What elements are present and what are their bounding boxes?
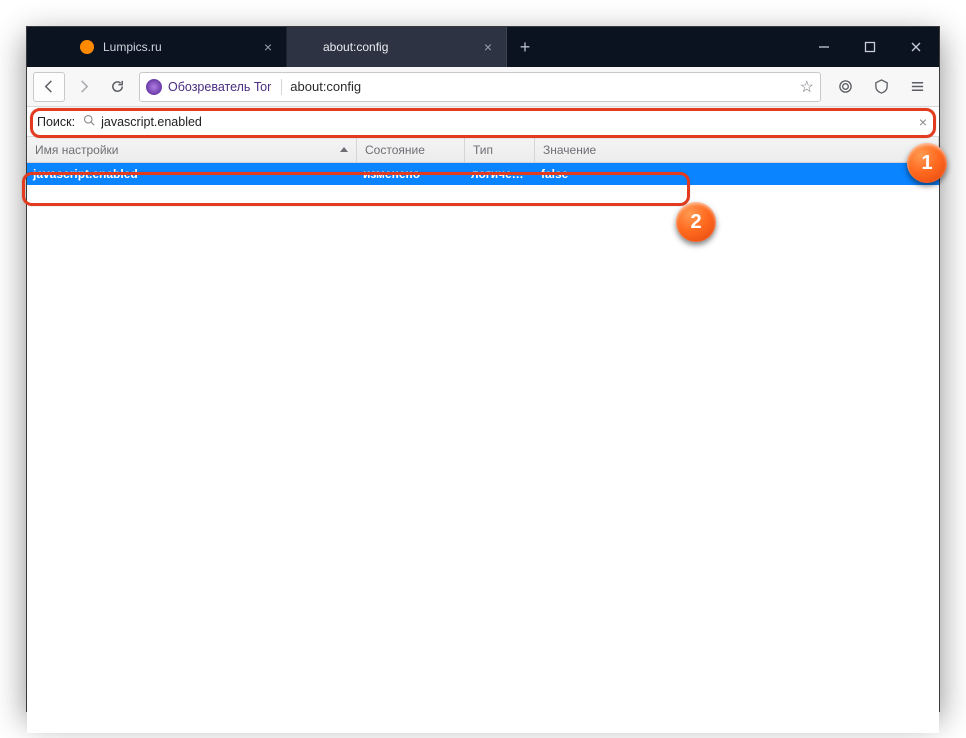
cell-pref-type: логическ... <box>465 167 535 181</box>
tab-aboutconfig[interactable]: about:config × <box>287 27 507 67</box>
cell-pref-state: изменено <box>357 167 465 181</box>
column-label: Состояние <box>365 143 425 157</box>
sort-ascending-icon <box>340 147 348 152</box>
site-identity[interactable]: Обозреватель Tor <box>146 79 282 95</box>
tor-circuit-button[interactable] <box>829 72 861 102</box>
column-header-state[interactable]: Состояние <box>357 137 465 162</box>
config-row-selected[interactable]: javascript.enabled изменено логическ... … <box>27 163 939 185</box>
config-search-row: Поиск: × <box>27 107 939 137</box>
url-input[interactable] <box>290 79 791 94</box>
security-level-button[interactable] <box>865 72 897 102</box>
config-search-label: Поиск: <box>37 115 75 129</box>
config-body-empty <box>27 185 939 733</box>
window-minimize-button[interactable] <box>801 27 847 67</box>
cell-pref-name: javascript.enabled <box>27 167 357 181</box>
window-maximize-button[interactable] <box>847 27 893 67</box>
column-label: Имя настройки <box>35 143 119 157</box>
close-icon[interactable]: × <box>260 39 276 55</box>
identity-label: Обозреватель Tor <box>168 80 271 94</box>
search-icon <box>83 114 95 129</box>
column-header-name[interactable]: Имя настройки <box>27 137 357 162</box>
annotation-badge-2: 2 <box>676 202 716 242</box>
config-search-input[interactable] <box>101 115 917 129</box>
column-label: Тип <box>473 143 493 157</box>
tab-lumpics[interactable]: Lumpics.ru × <box>67 27 287 67</box>
onion-icon <box>146 79 162 95</box>
cell-pref-value: false <box>535 167 939 181</box>
tab-label: about:config <box>323 40 472 54</box>
close-icon[interactable]: × <box>480 39 496 55</box>
window-close-button[interactable] <box>893 27 939 67</box>
forward-button[interactable] <box>67 72 99 102</box>
back-button[interactable] <box>33 72 65 102</box>
favicon-icon <box>299 39 315 55</box>
column-label: Значение <box>543 143 596 157</box>
reload-button[interactable] <box>101 72 133 102</box>
new-tab-button[interactable]: + <box>507 27 543 67</box>
column-header-type[interactable]: Тип <box>465 137 535 162</box>
navigation-toolbar: Обозреватель Tor ☆ <box>27 67 939 107</box>
url-bar[interactable]: Обозреватель Tor ☆ <box>139 72 821 102</box>
favicon-icon <box>79 39 95 55</box>
window-controls <box>801 27 939 67</box>
titlebar: Lumpics.ru × about:config × + <box>27 27 939 67</box>
clear-search-icon[interactable]: × <box>917 114 929 130</box>
tabstrip: Lumpics.ru × about:config × + <box>27 27 801 67</box>
annotation-badge-1: 1 <box>907 143 947 183</box>
browser-window: Lumpics.ru × about:config × + <box>26 26 940 712</box>
bookmark-star-icon[interactable]: ☆ <box>800 77 814 97</box>
config-columns-header: Имя настройки Состояние Тип Значение <box>27 137 939 163</box>
column-header-value[interactable]: Значение <box>535 137 939 162</box>
menu-button[interactable] <box>901 72 933 102</box>
tab-label: Lumpics.ru <box>103 40 252 54</box>
